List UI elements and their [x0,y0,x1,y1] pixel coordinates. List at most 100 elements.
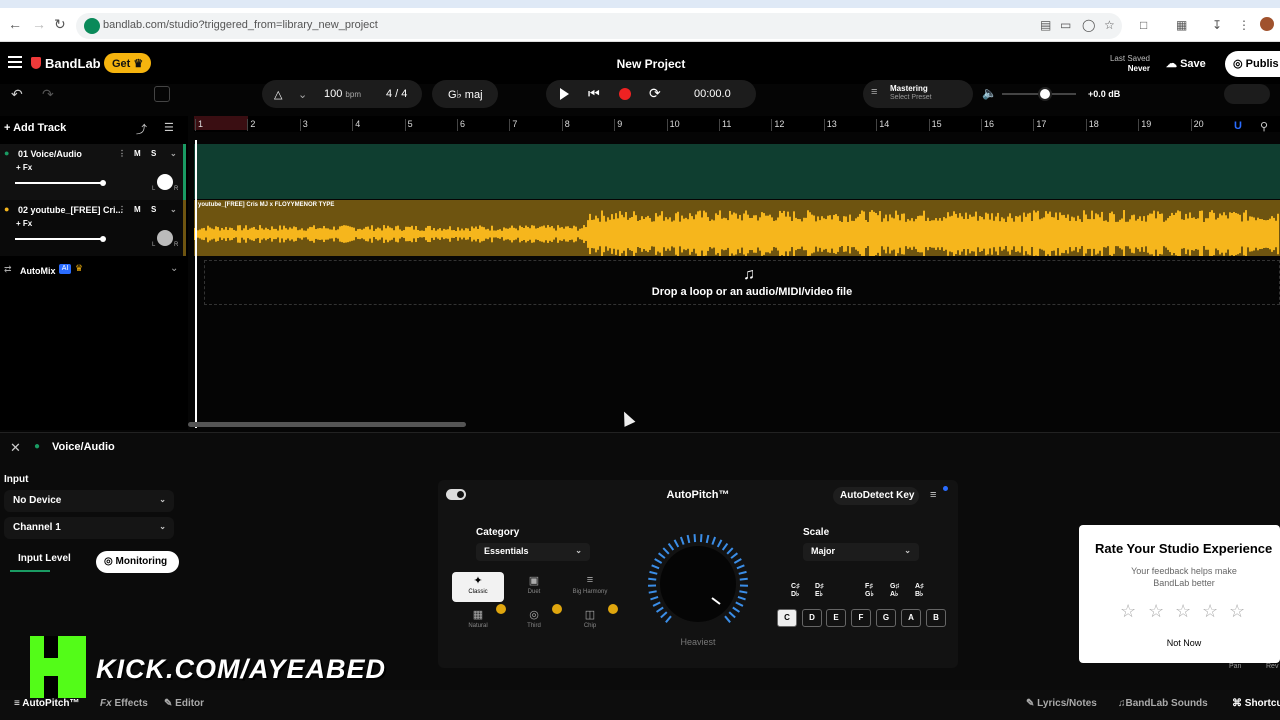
record-icon[interactable] [619,88,631,100]
key-button[interactable]: B [926,609,946,627]
playhead[interactable] [195,140,197,428]
back-icon[interactable]: ← [8,16,22,32]
key-button[interactable]: F [851,609,871,627]
drop-zone[interactable]: ♫ Drop a loop or an audio/MIDI/video fil… [204,260,1280,305]
tab-shortcuts[interactable]: ⌘ Shortcu [1232,698,1280,709]
invite-button[interactable] [1224,84,1270,104]
monitoring-button[interactable]: ◎ Monitoring [96,551,179,573]
loop-icon[interactable]: ⟳ [649,85,661,102]
mute-button[interactable]: M [134,149,141,158]
tab-effects[interactable]: Fx Effects [100,698,148,709]
redo-icon[interactable]: ↷ [42,86,54,103]
preset-classic[interactable]: ✦ Classic [452,572,504,602]
not-now-button[interactable]: Not Now [1154,638,1214,648]
mastering-selector[interactable]: ≡ Mastering Select Preset [863,80,973,108]
tab-editor[interactable]: ✎ Editor [164,698,204,709]
menu-dots-icon[interactable]: ⋮ [1238,18,1250,32]
track-menu-icon[interactable]: ⋮ [118,205,126,214]
key-button[interactable]: C [777,609,797,627]
reload-icon[interactable]: ↻ [54,16,66,33]
add-fx-button[interactable]: + Fx [16,219,32,228]
preset-big-harmony[interactable]: ≡ Big Harmony [564,572,616,602]
sharp-key-label[interactable]: C♯ D♭ [791,583,800,599]
solo-button[interactable]: S [151,205,156,214]
hamburger-menu-icon[interactable] [8,56,22,68]
rewind-icon[interactable]: ⏮ [588,86,600,102]
category-dropdown[interactable]: Essentials ⌄ [476,543,590,561]
expand-chevron-icon[interactable]: ⌄ [170,149,177,158]
metronome-dropdown-icon[interactable]: ⌄ [298,88,307,101]
add-fx-button[interactable]: + Fx [16,163,32,172]
site-info-icon[interactable] [84,18,100,34]
automation-icon[interactable]: ⤴ [136,121,147,137]
star-icon[interactable]: ☆ [1175,601,1191,622]
track-name[interactable]: 01 Voice/Audio [18,149,82,159]
pan-knob[interactable] [157,230,173,246]
install-icon[interactable]: ▭ [1060,18,1071,32]
bandlab-logo-icon[interactable] [31,57,41,69]
track-settings-icon[interactable]: ☰ [164,121,174,134]
track-volume-slider[interactable] [15,236,106,242]
add-track-button[interactable]: + Add Track [4,122,66,134]
device-dropdown[interactable]: No Device ⌄ [4,490,174,512]
correction-knob[interactable] [642,532,762,632]
star-icon[interactable]: ☆ [1202,601,1218,622]
autopitch-toggle[interactable] [446,489,466,500]
track-menu-icon[interactable]: ⋮ [118,149,126,158]
track-name[interactable]: 02 youtube_[FREE] Cri... [18,205,123,215]
channel-dropdown[interactable]: Channel 1 ⌄ [4,517,174,539]
key-selector[interactable]: G♭ maj [432,80,498,108]
publish-button[interactable]: ◎ Publis [1225,51,1280,77]
scale-dropdown[interactable]: Major ⌄ [803,543,919,561]
brand-name[interactable]: BandLab [45,56,101,71]
horizontal-scrollbar[interactable] [188,422,466,427]
key-button[interactable]: G [876,609,896,627]
download-icon[interactable]: ↧ [1212,18,1222,32]
speaker-icon[interactable]: 🔈 [982,86,997,100]
bookmark-star-icon[interactable]: ☆ [1104,18,1115,32]
timeline-ruler[interactable]: 1 2 3 4 5 6 7 8 9 10 11 12 13 14 15 16 17 18 19 20 [194,116,1280,132]
key-button[interactable]: E [826,609,846,627]
get-membership-button[interactable]: Get ♛ [104,53,151,73]
close-icon[interactable]: ✕ [10,440,21,456]
sharp-key-label[interactable]: F♯ G♭ [865,583,874,599]
automix-label[interactable]: AutoMix [20,266,56,276]
track-lane-youtube[interactable]: youtube_[FREE] Cris MJ x FLOYYMENOR TYPE [194,200,1280,256]
key-button[interactable]: D [802,609,822,627]
hide-icon[interactable]: ◯ [1082,18,1095,32]
automix-chevron-icon[interactable]: ⌄ [170,263,178,274]
address-bar[interactable]: bandlab.com/studio?triggered_from=librar… [76,13,1122,39]
track-row[interactable]: ● 01 Voice/Audio + Fx ⋮ M S ⌄ L R [0,144,186,200]
master-volume-knob[interactable] [1038,87,1052,101]
project-title[interactable]: New Project [560,57,742,71]
key-button[interactable]: A [901,609,921,627]
tab-lyrics-notes[interactable]: ✎ Lyrics/Notes [1026,698,1097,709]
time-signature[interactable]: 4 / 4 [386,88,407,100]
sharp-key-label[interactable]: D♯ E♭ [815,583,824,599]
forward-icon[interactable]: → [32,16,46,32]
profile-avatar[interactable] [1260,17,1274,31]
settings-sliders-icon[interactable]: ≡ [930,489,936,501]
metronome-icon[interactable]: △ [274,88,282,101]
track-volume-slider[interactable] [15,180,106,186]
solo-button[interactable]: S [151,149,156,158]
extensions-icon[interactable]: □ [1140,18,1147,32]
bpm-field[interactable]: 100 bpm [324,88,361,100]
track-lane-voice[interactable] [194,144,1280,199]
sharp-key-label[interactable]: G♯ A♭ [890,583,899,599]
expand-chevron-icon[interactable]: ⌄ [170,205,177,214]
star-icon[interactable]: ☆ [1120,601,1136,622]
pan-knob[interactable] [157,174,173,190]
autodetect-key-button[interactable]: AutoDetect Key [833,487,919,505]
snap-magnet-icon[interactable]: U [1234,120,1242,132]
play-icon[interactable] [560,88,569,100]
mute-button[interactable]: M [134,205,141,214]
undo-icon[interactable]: ↶ [11,86,23,103]
audio-waveform[interactable] [194,200,1280,256]
save-button[interactable]: ☁ Save [1160,52,1216,74]
tab-bandlab-sounds[interactable]: ♫BandLab Sounds [1118,698,1208,709]
zoom-icon[interactable]: ⚲ [1260,120,1268,133]
sharp-key-label[interactable]: A♯ B♭ [915,583,924,599]
track-row[interactable]: ● 02 youtube_[FREE] Cri... + Fx ⋮ M S ⌄ … [0,200,186,256]
cast-icon[interactable]: ▦ [1176,18,1187,32]
